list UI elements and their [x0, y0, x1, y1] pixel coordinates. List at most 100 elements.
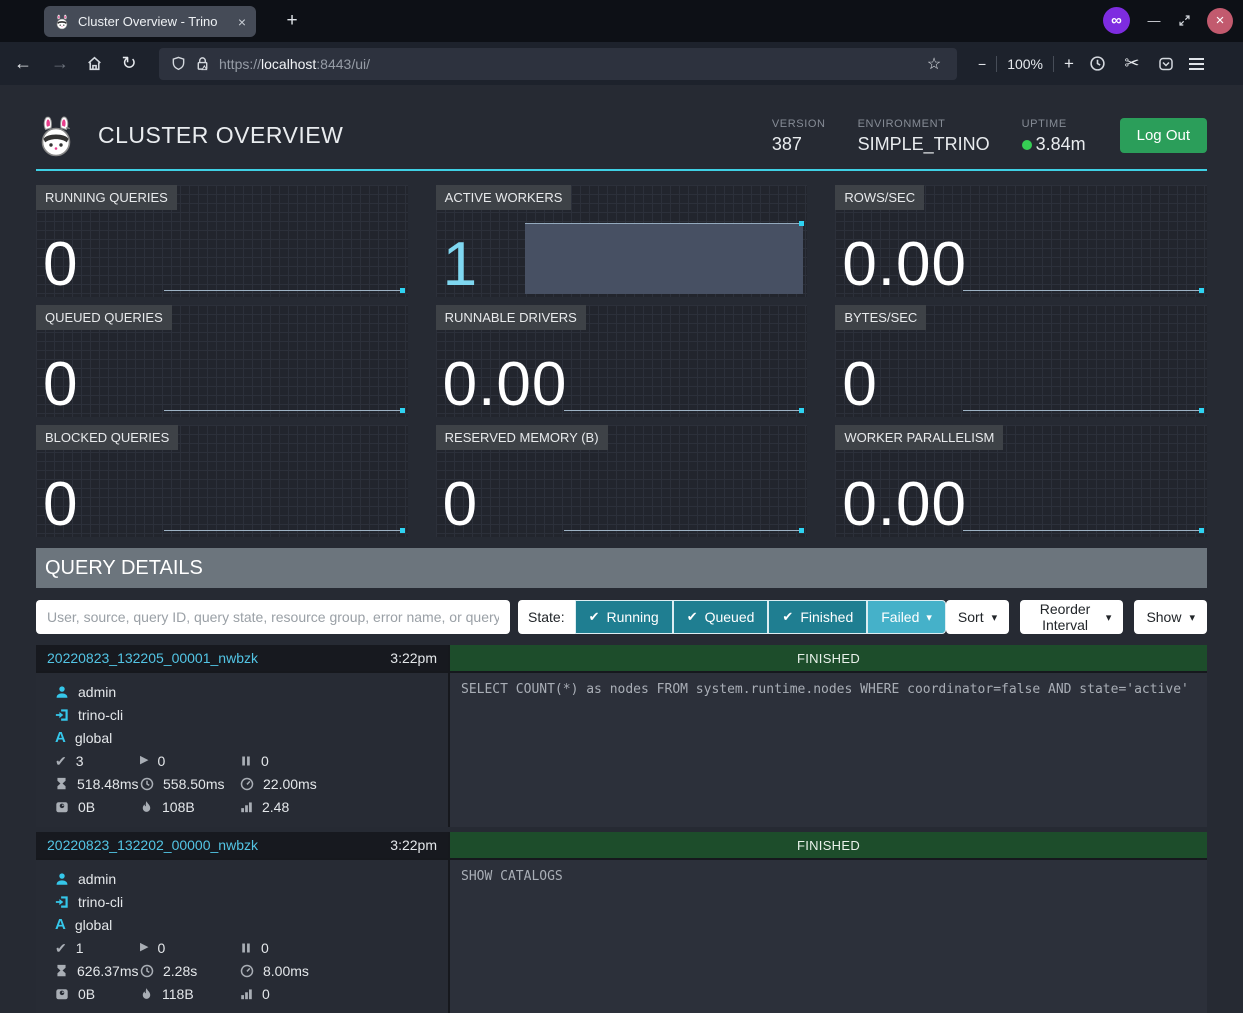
reorder-interval-label: Reorder Interval — [1032, 601, 1098, 633]
query-status-badge: FINISHED — [450, 832, 1207, 858]
window-minimize-button[interactable]: — — [1146, 13, 1162, 28]
shield-icon[interactable] — [171, 56, 186, 71]
query-id-link[interactable]: 20220823_132205_00001_nwbzk — [47, 650, 258, 666]
query-details-header: QUERY DETAILS — [36, 548, 1207, 588]
window-close-button[interactable]: × — [1207, 8, 1233, 34]
stat-tile-label: ACTIVE WORKERS — [436, 185, 572, 210]
zoom-level[interactable]: 100% — [1007, 56, 1043, 72]
resource-group-icon: A — [55, 729, 66, 746]
sparkline-dot — [400, 288, 405, 293]
state-filter-button[interactable]: ✔ Finished — [768, 600, 867, 634]
browser-tab[interactable]: Cluster Overview - Trino × — [44, 6, 256, 37]
stat-tile-value: 0 — [43, 232, 78, 297]
sparkline — [564, 530, 804, 531]
sparkline-dot — [1199, 288, 1204, 293]
running-splits-play-icon: ▶ — [140, 942, 148, 953]
zoom-out-button[interactable]: − — [978, 56, 986, 72]
reorder-interval-dropdown-button[interactable]: Reorder Interval ▾ — [1020, 600, 1123, 634]
completed-splits: 3 — [76, 753, 84, 769]
stat-tile: ROWS/SEC 0.00 — [835, 185, 1207, 297]
zoom-in-button[interactable]: + — [1064, 54, 1074, 74]
query-row-header: 20220823_132205_00001_nwbzk 3:22pm — [36, 645, 448, 671]
lock-warning-icon[interactable] — [195, 56, 210, 71]
screenshot-scissors-icon[interactable]: ✂ — [1121, 53, 1143, 74]
stat-tile-label: ROWS/SEC — [835, 185, 924, 210]
stat-tile-label: BYTES/SEC — [835, 305, 926, 330]
queued-time-hourglass-icon — [55, 777, 68, 790]
sparkline — [564, 410, 804, 411]
version-label: VERSION — [772, 118, 826, 130]
stat-tile-label: RUNNING QUERIES — [36, 185, 177, 210]
cpu-time-gauge-icon — [240, 777, 254, 791]
state-button-label: Queued — [705, 609, 755, 625]
pocket-icon[interactable] — [1158, 56, 1174, 72]
sparkline — [164, 530, 404, 531]
uptime-info: UPTIME 3.84m — [1022, 118, 1086, 155]
query-info-panel: admin trino-cli A global ✔3 ▶0 0 — [36, 673, 448, 827]
logout-button[interactable]: Log Out — [1120, 118, 1207, 153]
resource-group-icon: A — [55, 916, 66, 933]
state-filter-button[interactable]: ✔ Running — [575, 600, 673, 634]
sparkline-dot — [400, 528, 405, 533]
version-value: 387 — [772, 134, 826, 155]
stat-tile-value: 0.00 — [842, 472, 967, 537]
memory-scale-icon — [55, 987, 69, 1001]
query-id-link[interactable]: 20220823_132202_00000_nwbzk — [47, 837, 258, 853]
sparkline-dot — [799, 408, 804, 413]
back-button[interactable]: ← — [12, 53, 34, 74]
forward-button[interactable]: → — [49, 53, 71, 74]
menu-button[interactable] — [1189, 58, 1204, 70]
state-filter-button[interactable]: ✔ Queued — [673, 600, 769, 634]
url-text[interactable]: https://localhost:8443/ui/ — [219, 56, 370, 72]
query-source: trino-cli — [78, 894, 123, 910]
state-button-label: Finished — [800, 609, 853, 625]
query-list: 20220823_132205_00001_nwbzk 3:22pm FINIS… — [36, 645, 1207, 1013]
url-path: :8443/ui/ — [316, 56, 370, 72]
bookmark-star-icon[interactable]: ☆ — [923, 54, 945, 74]
query-row: 20220823_132202_00000_nwbzk 3:22pm FINIS… — [36, 832, 1207, 1013]
state-button-label: Running — [607, 609, 659, 625]
query-search-input[interactable] — [36, 600, 510, 634]
sort-dropdown-button[interactable]: Sort ▾ — [946, 600, 1009, 634]
check-icon: ✔ — [589, 609, 600, 625]
stat-tile-value: 0 — [842, 352, 877, 417]
query-info-panel: admin trino-cli A global ✔1 ▶0 0 — [36, 860, 448, 1013]
show-dropdown-button[interactable]: Show ▾ — [1134, 600, 1207, 634]
sort-label: Sort — [958, 609, 984, 625]
sparkline-dot — [1199, 408, 1204, 413]
cumulative-memory-flame-icon — [140, 800, 153, 814]
stat-tile-label: RUNNABLE DRIVERS — [436, 305, 586, 330]
url-bar[interactable]: https://localhost:8443/ui/ ☆ — [159, 48, 957, 80]
home-button[interactable] — [86, 55, 103, 72]
browser-toolbar: ← → ↻ https://localhost:8443/ui/ ☆ − 100… — [0, 42, 1243, 85]
uptime-value: 3.84m — [1036, 134, 1086, 155]
queued-time: 626.37ms — [77, 963, 138, 979]
parallelism: 2.48 — [262, 799, 289, 815]
stat-tile: ACTIVE WORKERS 1 — [436, 185, 808, 297]
queued-splits: 0 — [261, 940, 269, 956]
query-filter-row: State: ✔ Running ✔ Queued ✔ Finished Fai… — [36, 600, 1207, 634]
tab-close-icon[interactable]: × — [238, 14, 246, 30]
sparkline — [963, 410, 1203, 411]
new-tab-button[interactable]: + — [278, 8, 306, 36]
reload-button[interactable]: ↻ — [118, 53, 140, 74]
cumulative-memory-flame-icon — [140, 987, 153, 1001]
history-clock-icon[interactable] — [1089, 55, 1106, 72]
query-status-badge: FINISHED — [450, 645, 1207, 671]
stat-tile-value: 0 — [43, 352, 78, 417]
query-user: admin — [78, 871, 116, 887]
state-filter-label: State: — [518, 600, 575, 634]
source-login-icon — [55, 708, 69, 722]
user-icon — [55, 685, 69, 699]
query-sql-text: SELECT COUNT(*) as nodes FROM system.run… — [450, 673, 1207, 827]
url-scheme: https:// — [219, 56, 261, 72]
query-row-header: 20220823_132202_00000_nwbzk 3:22pm — [36, 832, 448, 858]
state-filter-failed-button[interactable]: Failed ▾ — [867, 600, 946, 634]
user-icon — [55, 872, 69, 886]
stat-tile: RESERVED MEMORY (B) 0 — [436, 425, 808, 537]
window-restore-button[interactable] — [1178, 14, 1191, 27]
query-resource-group: global — [75, 730, 112, 746]
stat-tile-label: WORKER PARALLELISM — [835, 425, 1003, 450]
sparkline-dot — [1199, 528, 1204, 533]
running-splits-play-icon: ▶ — [140, 755, 148, 766]
